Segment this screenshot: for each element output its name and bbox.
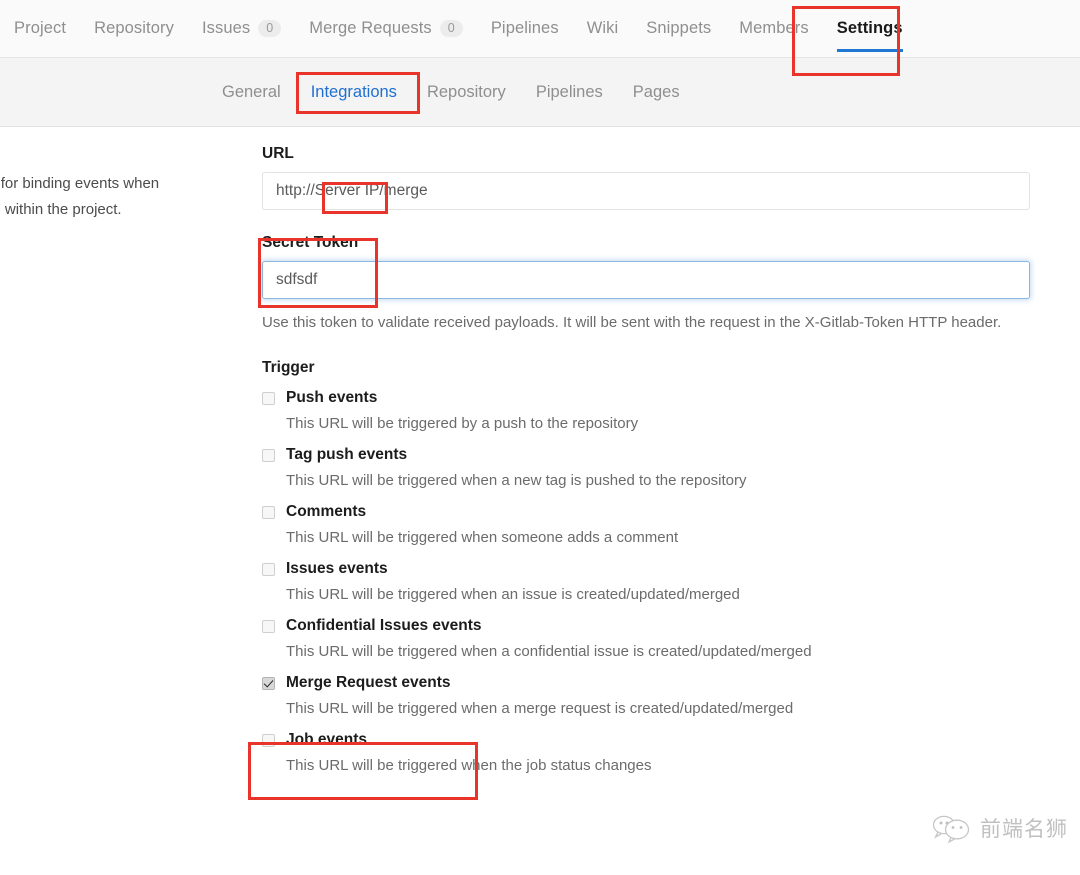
nav-item-project[interactable]: Project bbox=[14, 19, 66, 38]
trigger-row: Job events This URL will be triggered whe… bbox=[262, 730, 1030, 776]
trigger-label: Merge Request events bbox=[286, 674, 451, 691]
nav-item-pipelines[interactable]: Pipelines bbox=[491, 19, 559, 38]
nav-item-issues[interactable]: Issues 0 bbox=[201, 19, 282, 38]
trigger-description: This URL will be triggered when someone … bbox=[286, 529, 679, 546]
checkbox-issues-events[interactable] bbox=[262, 563, 275, 576]
watermark-text: 前端名狮 bbox=[980, 817, 1068, 841]
trigger-row: Merge Request events This URL will be tri… bbox=[262, 673, 1030, 719]
nav-item-wiki[interactable]: Wiki bbox=[587, 19, 619, 38]
checkbox-job-events[interactable] bbox=[262, 734, 275, 747]
trigger-list: Push events This URL will be triggered by… bbox=[262, 388, 1030, 776]
secret-token-input[interactable] bbox=[262, 261, 1030, 299]
nav-item-badge: 0 bbox=[258, 19, 282, 38]
trigger-head[interactable]: Issues events bbox=[262, 559, 1030, 578]
secret-token-label: Secret Token bbox=[262, 234, 359, 251]
trigger-head[interactable]: Job events bbox=[262, 730, 1030, 749]
trigger-description: This URL will be triggered by a push to … bbox=[286, 415, 639, 432]
trigger-row: Issues events This URL will be triggered … bbox=[262, 559, 1030, 605]
nav-item-settings[interactable]: Settings bbox=[836, 19, 903, 52]
trigger-label: Job events bbox=[286, 731, 367, 748]
checkbox-merge-request-events[interactable] bbox=[262, 677, 275, 690]
left-note-line-2: ening within the project. bbox=[0, 201, 122, 218]
trigger-head[interactable]: Confidential Issues events bbox=[262, 616, 1030, 635]
wechat-icon bbox=[932, 815, 970, 843]
nav-item-label: Wiki bbox=[586, 19, 619, 37]
url-label: URL bbox=[262, 145, 294, 162]
subnav-item-integrations[interactable]: Integrations bbox=[311, 83, 397, 102]
primary-nav: Project Repository Issues 0 Merge Requests 0 P… bbox=[0, 0, 1080, 58]
subnav-item-general[interactable]: General bbox=[222, 83, 281, 102]
left-description-note: used for binding events when ening withi… bbox=[0, 171, 214, 223]
trigger-description: This URL will be triggered when a merge … bbox=[286, 700, 794, 717]
trigger-description: This URL will be triggered when an issue… bbox=[286, 586, 740, 603]
nav-item-label: Pipelines bbox=[490, 19, 559, 37]
trigger-description: This URL will be triggered when the job … bbox=[286, 757, 652, 774]
nav-item-label: Issues bbox=[201, 19, 251, 37]
nav-item-snippets[interactable]: Snippets bbox=[646, 19, 711, 38]
subnav-item-pipelines[interactable]: Pipelines bbox=[536, 83, 603, 102]
checkbox-tag-push-events[interactable] bbox=[262, 449, 275, 462]
content-area: used for binding events when ening withi… bbox=[0, 127, 1080, 875]
nav-item-repository[interactable]: Repository bbox=[94, 19, 174, 38]
checkbox-comments[interactable] bbox=[262, 506, 275, 519]
active-tab-underline bbox=[836, 49, 903, 52]
trigger-label: Issues events bbox=[286, 560, 388, 577]
trigger-label: Comments bbox=[286, 503, 367, 520]
nav-item-label: Members bbox=[739, 19, 809, 37]
trigger-head[interactable]: Tag push events bbox=[262, 445, 1030, 464]
nav-item-badge: 0 bbox=[439, 19, 463, 38]
nav-item-members[interactable]: Members bbox=[739, 19, 808, 38]
trigger-head[interactable]: Push events bbox=[262, 388, 1030, 407]
left-note-line-1: used for binding events when bbox=[0, 175, 160, 192]
webhook-form: URL Secret Token Use this token to valid… bbox=[262, 145, 1030, 776]
nav-item-merge-requests[interactable]: Merge Requests 0 bbox=[309, 19, 463, 38]
trigger-label: Tag push events bbox=[286, 446, 408, 463]
url-input[interactable] bbox=[262, 172, 1030, 210]
trigger-row: Push events This URL will be triggered by… bbox=[262, 388, 1030, 434]
trigger-label: Confidential Issues events bbox=[286, 617, 482, 634]
nav-item-label: Repository bbox=[94, 19, 174, 37]
trigger-head[interactable]: Merge Request events bbox=[262, 673, 1030, 692]
settings-sub-nav: General Integrations Repository Pipelines Pa… bbox=[0, 58, 1080, 127]
trigger-description: This URL will be triggered when a confid… bbox=[286, 643, 812, 660]
checkbox-push-events[interactable] bbox=[262, 392, 275, 405]
trigger-section-title: Trigger bbox=[262, 359, 315, 376]
subnav-item-repository[interactable]: Repository bbox=[427, 83, 506, 102]
subnav-item-pages[interactable]: Pages bbox=[633, 83, 680, 102]
nav-item-label: Project bbox=[14, 19, 67, 37]
secret-token-help: Use this token to validate received payl… bbox=[262, 314, 1002, 331]
trigger-row: Tag push events This URL will be triggere… bbox=[262, 445, 1030, 491]
trigger-label: Push events bbox=[286, 389, 378, 406]
trigger-row: Comments This URL will be triggered when … bbox=[262, 502, 1030, 548]
wechat-watermark: 前端名狮 bbox=[932, 813, 1068, 843]
trigger-row: Confidential Issues events This URL will … bbox=[262, 616, 1030, 662]
checkbox-confidential-issues-events[interactable] bbox=[262, 620, 275, 633]
nav-item-label: Merge Requests bbox=[309, 19, 432, 37]
trigger-description: This URL will be triggered when a new ta… bbox=[286, 472, 747, 489]
nav-item-label: Snippets bbox=[646, 19, 712, 37]
trigger-head[interactable]: Comments bbox=[262, 502, 1030, 521]
nav-item-label: Settings bbox=[836, 19, 903, 37]
